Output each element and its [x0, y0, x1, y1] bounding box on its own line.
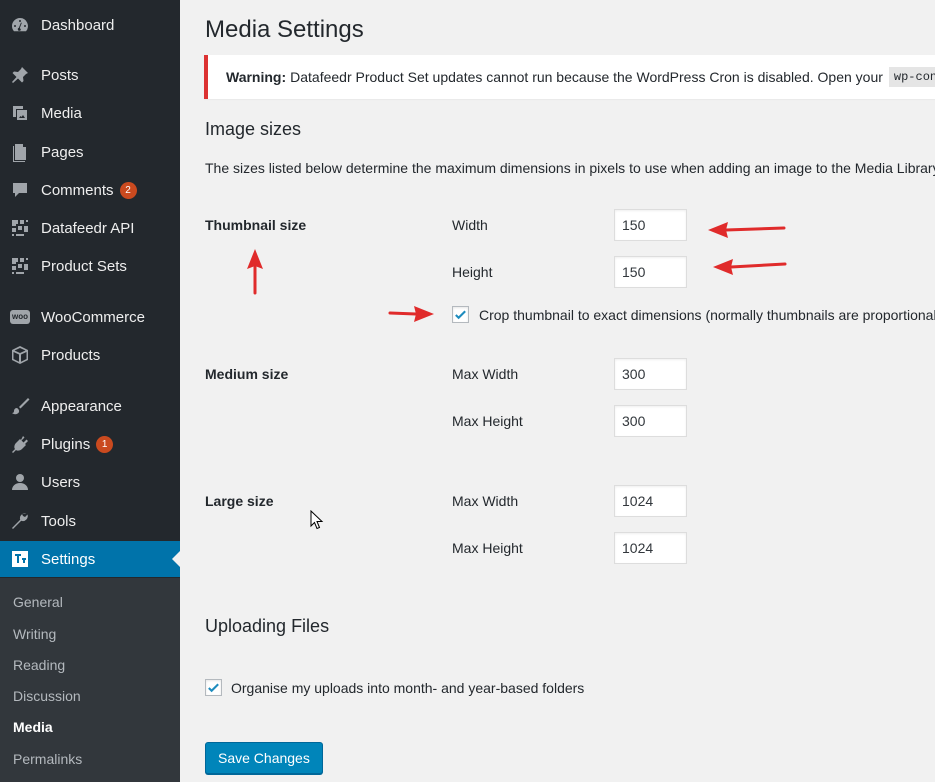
menu-item-label: Plugins — [41, 435, 91, 453]
menu-item-dashboard[interactable]: Dashboard — [0, 7, 180, 43]
submenu-item-permalinks[interactable]: Permalinks — [13, 751, 82, 767]
image-sizes-description: The sizes listed below determine the max… — [205, 160, 935, 176]
thumbnail-width-input[interactable] — [614, 209, 687, 241]
box-icon — [9, 344, 31, 366]
menu-item-users[interactable]: Users — [0, 464, 180, 500]
menu-item-label: Product Sets — [41, 257, 127, 275]
submenu-item-discussion[interactable]: Discussion — [13, 688, 81, 704]
annotation-arrow-left-icon — [708, 222, 786, 238]
warning-notice: Warning: Datafeedr Product Set updates c… — [204, 55, 935, 99]
large-width-label: Max Width — [452, 493, 519, 509]
large-height-label: Max Height — [452, 540, 523, 556]
menu-item-label: Tools — [41, 512, 77, 530]
checkmark-icon — [208, 683, 219, 693]
menu-item-posts[interactable]: Posts — [0, 57, 180, 93]
uploading-files-heading: Uploading Files — [205, 616, 330, 636]
datafeedr-icon — [9, 255, 31, 277]
menu-item-label: Users — [41, 473, 81, 491]
pushpin-icon — [9, 64, 31, 86]
image-sizes-heading: Image sizes — [205, 119, 302, 139]
crop-thumbnail-checkbox[interactable] — [452, 306, 469, 323]
menu-item-label: WooCommerce — [41, 308, 145, 326]
woocommerce-icon: woo — [9, 306, 31, 328]
submenu-item-general[interactable]: General — [13, 594, 63, 610]
checkmark-icon — [455, 310, 466, 320]
media-icon — [9, 102, 31, 124]
submenu-item-writing[interactable]: Writing — [13, 626, 56, 642]
large-size-label: Large size — [205, 493, 274, 509]
user-icon — [9, 471, 31, 493]
thumbnail-width-label: Width — [452, 217, 488, 233]
settings-submenu: General Writing Reading Discussion Media… — [0, 578, 180, 782]
menu-item-media[interactable]: Media — [0, 95, 180, 131]
wrench-icon — [9, 510, 31, 532]
menu-item-label: Posts — [41, 66, 79, 84]
menu-item-label: Appearance — [41, 397, 122, 415]
menu-item-label: Datafeedr API — [41, 219, 135, 237]
menu-item-label: Products — [41, 346, 101, 364]
medium-height-input[interactable] — [614, 405, 687, 437]
woocommerce-logo: woo — [10, 310, 30, 324]
thumbnail-size-label: Thumbnail size — [205, 217, 307, 233]
datafeedr-icon — [9, 217, 31, 239]
medium-size-label: Medium size — [205, 366, 289, 382]
crop-thumbnail-label: Crop thumbnail to exact dimensions (norm… — [479, 307, 935, 323]
notice-text: Datafeedr Product Set updates cannot run… — [290, 69, 883, 85]
menu-item-label: Dashboard — [41, 16, 115, 34]
menu-item-datafeedr-api[interactable]: Datafeedr API — [0, 210, 180, 246]
settings-icon — [9, 548, 31, 570]
plugins-update-badge: 1 — [96, 435, 114, 453]
menu-item-comments[interactable]: Comments 2 — [0, 172, 180, 208]
page-title: Media Settings — [205, 16, 364, 43]
menu-item-tools[interactable]: Tools — [0, 503, 180, 539]
menu-item-product-sets[interactable]: Product Sets — [0, 248, 180, 284]
medium-width-input[interactable] — [614, 358, 687, 390]
thumbnail-height-label: Height — [452, 264, 493, 280]
pages-icon — [9, 141, 31, 163]
menu-item-plugins[interactable]: Plugins 1 — [0, 426, 180, 462]
menu-item-label: Media — [41, 104, 82, 122]
submenu-item-reading[interactable]: Reading — [13, 657, 65, 673]
admin-sidebar: Dashboard Posts Media Pages Comments 2 D… — [0, 0, 180, 782]
menu-item-label: Comments — [41, 181, 114, 199]
thumbnail-height-input[interactable] — [614, 256, 687, 288]
menu-item-label: Settings — [41, 550, 96, 568]
comments-count-badge: 2 — [119, 181, 137, 199]
mouse-cursor-icon — [310, 510, 324, 530]
annotation-arrow-right-icon — [388, 306, 434, 322]
medium-height-label: Max Height — [452, 413, 523, 429]
annotation-arrow-up-icon — [247, 249, 263, 295]
large-height-input[interactable] — [614, 532, 687, 564]
large-width-input[interactable] — [614, 485, 687, 517]
submenu-item-media[interactable]: Media — [13, 719, 53, 735]
menu-item-settings[interactable]: Settings — [0, 541, 180, 577]
menu-item-woocommerce[interactable]: woo WooCommerce — [0, 299, 180, 335]
menu-item-appearance[interactable]: Appearance — [0, 388, 180, 424]
organise-uploads-checkbox[interactable] — [205, 679, 222, 696]
notice-code: wp-config.php — [888, 67, 935, 87]
annotation-arrow-left-icon — [713, 259, 787, 275]
brush-icon — [9, 395, 31, 417]
medium-width-label: Max Width — [452, 366, 519, 382]
save-changes-button[interactable]: Save Changes — [205, 742, 323, 774]
menu-item-label: Pages — [41, 143, 84, 161]
notice-strong: Warning: — [226, 69, 287, 85]
main-content: Media Settings Warning: Datafeedr Produc… — [180, 0, 935, 782]
menu-item-products[interactable]: Products — [0, 337, 180, 373]
comments-icon — [9, 179, 31, 201]
organise-uploads-label: Organise my uploads into month- and year… — [231, 680, 585, 696]
plug-icon — [9, 433, 31, 455]
menu-item-pages[interactable]: Pages — [0, 134, 180, 170]
dashboard-icon — [9, 14, 31, 36]
